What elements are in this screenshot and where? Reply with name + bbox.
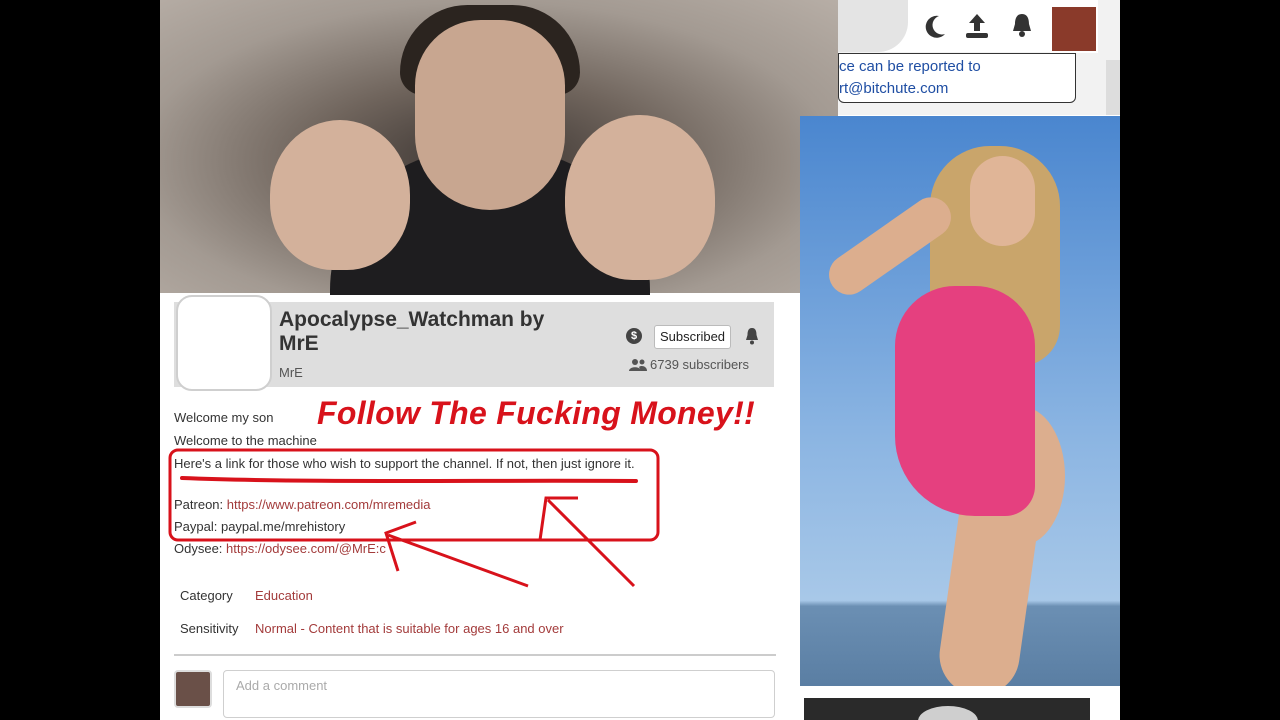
divider <box>174 654 776 656</box>
commenter-avatar <box>174 670 212 708</box>
subscribers-icon <box>629 359 647 371</box>
notice-text: ce can be reported to <box>839 58 981 75</box>
bottom-photo <box>804 698 1090 720</box>
subscriber-count: 6739 subscribers <box>650 357 749 372</box>
patreon-line: Patreon: https://www.patreon.com/mremedi… <box>174 497 431 512</box>
user-avatar[interactable] <box>1050 5 1098 53</box>
header-photo <box>160 0 838 295</box>
channel-card: Apocalypse_Watchman by MrE MrE $ Subscri… <box>174 295 774 391</box>
category-label: Category <box>180 588 233 603</box>
paypal-line: Paypal: paypal.me/mrehistory <box>174 519 346 534</box>
odysee-line: Odysee: https://odysee.com/@MrE:c <box>174 541 386 556</box>
tip-icon[interactable]: $ <box>626 328 642 344</box>
channel-avatar[interactable] <box>176 295 272 391</box>
odysee-link[interactable]: https://odysee.com/@MrE:c <box>226 541 386 556</box>
sensitivity-label: Sensitivity <box>180 621 239 636</box>
odysee-label: Odysee: <box>174 541 227 556</box>
description-line: Welcome my son <box>174 410 274 425</box>
screenshot-collage: ce can be reported to rt@bitchute.com Ap… <box>160 0 1120 720</box>
notification-bell-icon[interactable] <box>744 327 760 345</box>
channel-name[interactable]: Apocalypse_Watchman by MrE <box>279 308 589 356</box>
annotation-headline: Follow The Fucking Money!! <box>317 395 756 431</box>
notice-box: ce can be reported to rt@bitchute.com <box>838 53 1076 103</box>
patreon-link[interactable]: https://www.patreon.com/mremedia <box>227 497 431 512</box>
comment-input[interactable] <box>234 677 758 694</box>
annotation-arrowhead <box>538 496 578 541</box>
patreon-label: Patreon: <box>174 497 227 512</box>
channel-owner[interactable]: MrE <box>279 365 303 380</box>
description-line: Welcome to the machine <box>174 433 317 448</box>
description-line: Here's a link for those who wish to supp… <box>174 456 635 471</box>
upload-icon[interactable] <box>964 12 990 40</box>
notice-email[interactable]: rt@bitchute.com <box>839 80 948 97</box>
subscribe-button[interactable]: Subscribed <box>654 325 732 349</box>
bell-icon[interactable] <box>1010 12 1034 38</box>
annotation-arrowhead <box>384 520 417 572</box>
category-value[interactable]: Education <box>255 588 313 603</box>
annotation-underline <box>180 476 638 483</box>
annotation-arrow <box>387 533 529 588</box>
comment-box[interactable] <box>223 670 775 718</box>
sensitivity-value[interactable]: Normal - Content that is suitable for ag… <box>255 621 564 636</box>
side-photo <box>800 116 1120 686</box>
scrollbar[interactable] <box>1106 60 1120 115</box>
site-topbar: ce can be reported to rt@bitchute.com <box>838 0 1120 115</box>
annotation-arrow <box>546 498 636 588</box>
moon-icon[interactable] <box>925 14 947 38</box>
